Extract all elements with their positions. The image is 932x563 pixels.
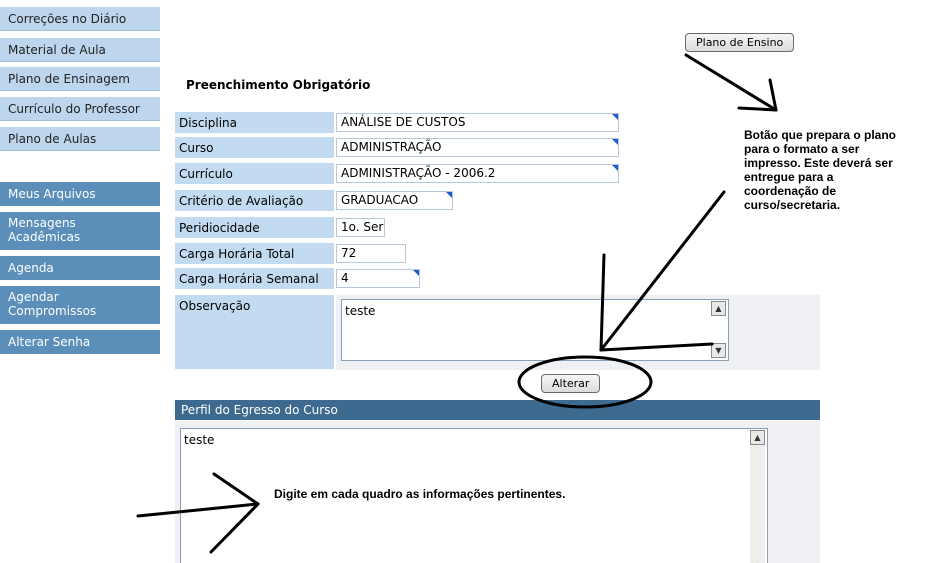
label-carga-total: Carga Horária Total — [175, 243, 334, 265]
menu-item-correcoes[interactable]: Correções no Diário — [0, 7, 160, 31]
label-disciplina: Disciplina — [175, 112, 334, 134]
menu-item-alterar-senha[interactable]: Alterar Senha — [0, 330, 160, 354]
label-peridiocidade: Peridiocidade — [175, 217, 334, 239]
menu-item-plano-ensinagem[interactable]: Plano de Ensinagem — [0, 67, 160, 91]
disciplina-field[interactable]: ANÁLISE DE CUSTOS — [336, 113, 619, 132]
curso-field[interactable]: ADMINISTRAÇÃO — [336, 138, 619, 157]
scroll-up-arrow-icon[interactable]: ▲ — [711, 301, 726, 316]
plano-note-line: entregue para a — [744, 170, 834, 184]
digite-annotation: Digite em cada quadro as informações per… — [274, 487, 566, 501]
perfil-scrollbar-track[interactable] — [750, 444, 765, 563]
menu-item-meus-arquivos[interactable]: Meus Arquivos — [0, 182, 160, 206]
menu-item-agenda[interactable]: Agenda — [0, 256, 160, 280]
menu-item-agendar-label: Agendar Compromissos — [8, 290, 97, 318]
carga-horaria-semanal-field[interactable]: 4 — [336, 269, 420, 288]
plano-annotation: Botão que prepara o plano para o formato… — [744, 128, 896, 212]
plano-note-line: impresso. Este deverá ser — [744, 156, 893, 170]
plano-note-line: curso/secretaria. — [744, 198, 841, 212]
label-criterio: Critério de Avaliação — [175, 190, 334, 212]
menu-item-mensagens[interactable]: Mensagens Acadêmicas — [0, 212, 160, 250]
perfil-egresso-text: teste — [184, 433, 215, 447]
arrow-plano-head-a — [737, 106, 778, 112]
peridiocidade-field[interactable]: 1o. Ser — [336, 218, 385, 237]
plano-note-line: Botão que prepara o plano — [744, 128, 897, 142]
alterar-button[interactable]: Alterar — [541, 374, 601, 393]
menu-item-material[interactable]: Material de Aula — [0, 38, 160, 62]
plano-note-line: coordenação de — [744, 184, 837, 198]
scroll-up-arrow-icon[interactable]: ▲ — [750, 430, 765, 445]
label-carga-semanal: Carga Horária Semanal — [175, 268, 334, 290]
arrow-plano-shaft — [684, 53, 778, 112]
label-curso: Curso — [175, 137, 334, 159]
scroll-down-arrow-icon[interactable]: ▼ — [711, 343, 726, 358]
label-observacao: Observação — [175, 295, 334, 370]
arrow-plano-head-b — [768, 78, 778, 112]
form-heading: Preenchimento Obrigatório — [186, 78, 371, 92]
menu-item-agendar[interactable]: Agendar Compromissos — [0, 286, 160, 324]
observacao-textarea[interactable]: teste — [341, 299, 729, 361]
curriculo-field[interactable]: ADMINISTRAÇÃO - 2006.2 — [336, 164, 619, 183]
perfil-egresso-header: Perfil do Egresso do Curso — [175, 400, 820, 420]
observacao-text: teste — [345, 304, 376, 318]
plano-de-ensino-button[interactable]: Plano de Ensino — [685, 33, 795, 52]
plano-note-line: para o formato a ser — [744, 142, 860, 156]
carga-horaria-total-field[interactable]: 72 — [336, 244, 406, 263]
menu-item-plano-aulas[interactable]: Plano de Aulas — [0, 127, 160, 151]
label-curriculo: Currículo — [175, 163, 334, 185]
menu-item-curriculo[interactable]: Currículo do Professor — [0, 97, 160, 121]
criterio-avaliacao-field[interactable]: GRADUACAO — [336, 191, 453, 210]
menu-item-mensagens-label: Mensagens Acadêmicas — [8, 216, 81, 244]
